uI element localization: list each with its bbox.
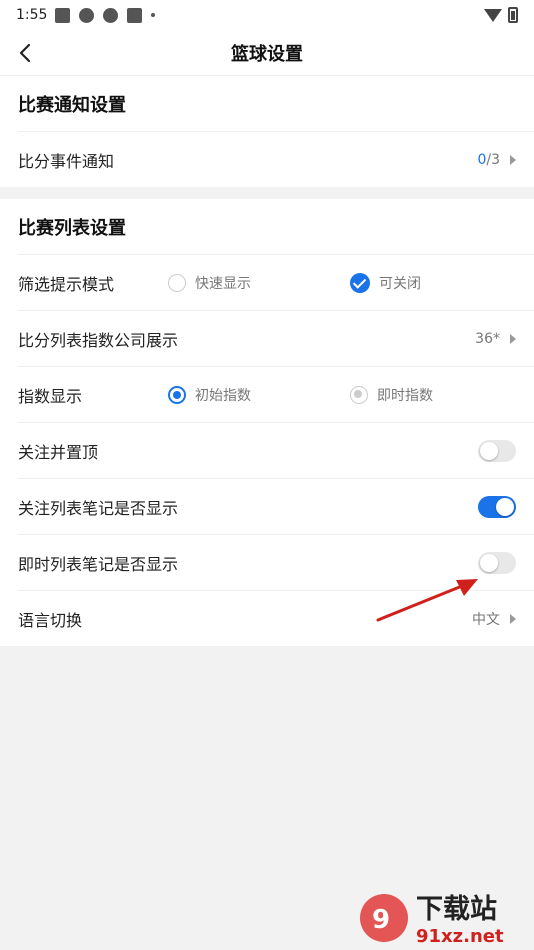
watermark-brand: 下载站: [416, 894, 497, 925]
follow-top-row: 关注并置顶: [18, 422, 534, 478]
notification-icon: [127, 7, 143, 23]
row-label: 即时列表笔记是否显示: [18, 554, 179, 574]
filter-mode-row: 筛选提示模式 快速显示 可关闭: [18, 254, 534, 310]
section-header: 比赛通知设置: [18, 94, 126, 116]
app-notification-icon: [103, 7, 119, 23]
filter-closable-radio[interactable]: 可关闭: [350, 272, 421, 293]
company-display-value: 36*: [475, 331, 516, 347]
follow-top-toggle[interactable]: [478, 439, 516, 462]
score-event-notify-row[interactable]: 比分事件通知 0 /3: [18, 131, 534, 187]
follow-notes-row: 关注列表笔记是否显示: [18, 478, 534, 534]
row-label: 语言切换: [18, 610, 83, 630]
radio-label: 即时指数: [377, 387, 433, 404]
index-display-row: 指数显示 初始指数 即时指数: [18, 366, 534, 422]
score-event-count: 0 /3: [477, 152, 516, 168]
radio-disabled-icon: [350, 385, 368, 404]
chevron-right-icon: [510, 613, 516, 624]
match-notify-section: 比赛通知设置 比分事件通知 0 /3: [0, 76, 534, 187]
row-label: 指数显示: [18, 386, 83, 406]
watermark-domain: 91xz.net: [416, 926, 504, 947]
nav-bar: 篮球设置: [0, 30, 534, 76]
radio-label: 快速显示: [195, 275, 251, 292]
follow-notes-toggle[interactable]: [478, 495, 516, 518]
toggle-knob: [480, 553, 498, 572]
more-notifications-dot-icon: [151, 13, 156, 17]
toggle-knob: [496, 497, 514, 516]
company-display-row[interactable]: 比分列表指数公司展示 36*: [18, 310, 534, 366]
filter-quick-display-radio[interactable]: 快速显示: [168, 273, 251, 293]
app-notification-icon: [79, 7, 95, 23]
row-label: 比分事件通知: [18, 151, 115, 171]
section-header: 比赛列表设置: [18, 217, 126, 239]
checkmark-icon: [350, 272, 370, 293]
toggle-knob: [480, 441, 498, 460]
radio-label: 初始指数: [195, 387, 251, 404]
battery-icon: [508, 7, 518, 23]
radio-checked-icon: [168, 385, 186, 404]
initial-index-radio[interactable]: 初始指数: [168, 385, 251, 405]
live-notes-toggle[interactable]: [478, 551, 516, 574]
row-label: 关注列表笔记是否显示: [18, 498, 179, 518]
chevron-right-icon: [510, 154, 516, 165]
status-time: 1:55: [16, 7, 48, 23]
back-arrow-icon[interactable]: [16, 42, 36, 64]
watermark-number: 9: [372, 905, 390, 935]
wifi-icon: [484, 8, 502, 22]
language-row[interactable]: 语言切换 中文: [18, 590, 534, 646]
page-title: 篮球设置: [231, 43, 303, 65]
live-notes-row: 即时列表笔记是否显示: [18, 534, 534, 590]
radio-unchecked-icon: [168, 273, 186, 292]
live-index-radio[interactable]: 即时指数: [350, 385, 433, 405]
chevron-right-icon: [510, 333, 516, 344]
row-value-text: 中文: [472, 611, 500, 628]
row-label: 筛选提示模式: [18, 274, 115, 294]
watermark-logo: 9 下载站 91xz.net: [360, 894, 504, 947]
match-list-section: 比赛列表设置 筛选提示模式 快速显示 可关闭 比分列表指数公司展示 36* 指数…: [0, 199, 534, 646]
language-value: 中文: [472, 609, 516, 629]
score-event-selected-count: 0: [477, 151, 487, 168]
notification-icon: [55, 7, 71, 23]
score-event-total: /3: [486, 151, 500, 168]
row-label: 比分列表指数公司展示: [18, 330, 179, 350]
radio-label: 可关闭: [379, 275, 421, 292]
status-bar: 1:55: [0, 0, 534, 30]
row-value-text: 36*: [475, 330, 500, 347]
row-label: 关注并置顶: [18, 442, 99, 462]
